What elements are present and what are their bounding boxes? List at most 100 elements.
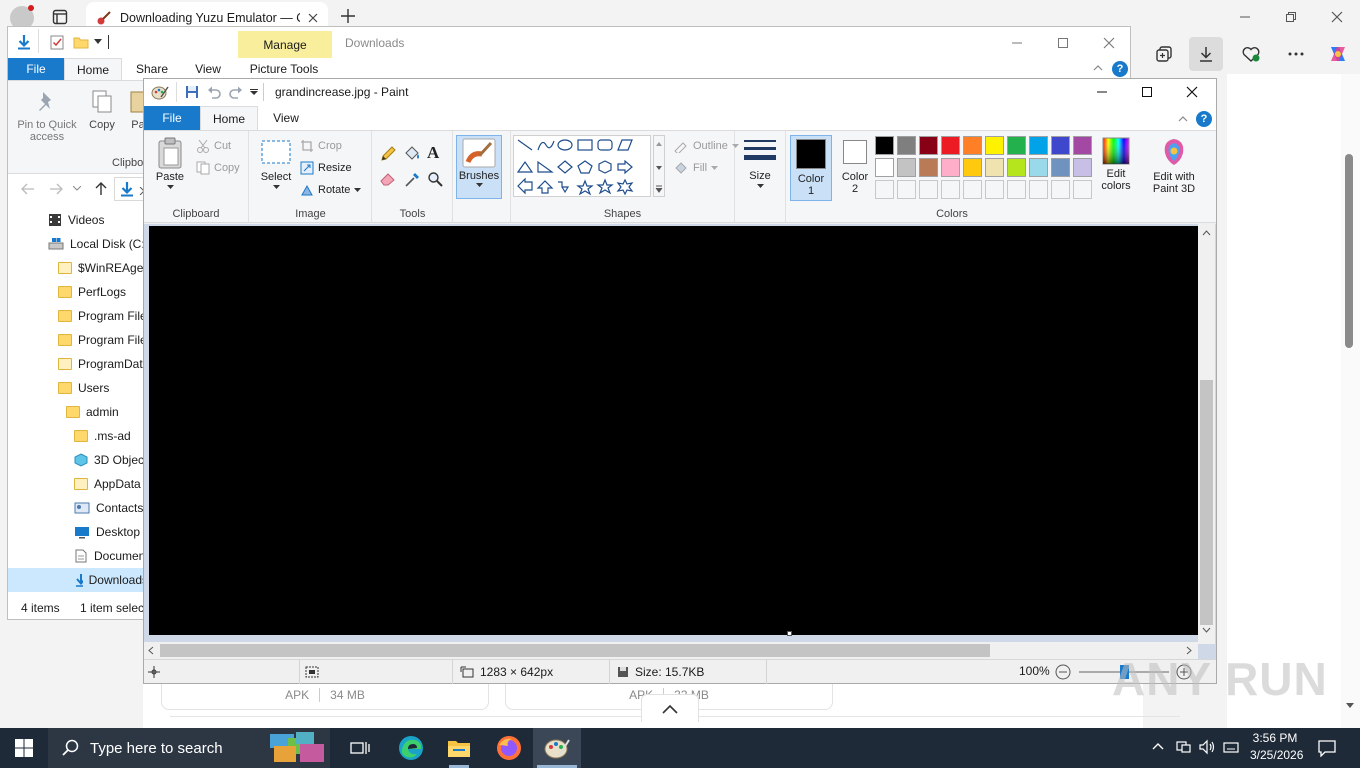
tree-item-local-disk[interactable]: Local Disk (C:) [48,232,149,256]
resize-button[interactable]: Resize [300,161,352,175]
scroll-down-icon[interactable] [1202,627,1211,633]
explorer-view-tab[interactable]: View [184,58,232,80]
paint-maximize-button[interactable] [1124,76,1170,108]
paint-view-tab[interactable]: View [262,106,310,130]
explorer-share-tab[interactable]: Share [128,58,176,80]
tree-item-ms-ad[interactable]: .ms-ad [74,424,131,448]
canvas-resize-handle[interactable] [787,631,792,636]
custom-color-slot[interactable] [1073,180,1092,199]
browser-scroll-down-icon[interactable] [1345,702,1355,710]
qat-dropdown-icon[interactable] [94,39,102,45]
paint-close-button[interactable] [1169,76,1215,108]
pencil-icon[interactable] [379,145,397,163]
image-canvas[interactable] [149,226,1198,635]
eraser-icon[interactable] [379,171,397,187]
network-icon[interactable] [1175,739,1191,755]
paint-file-tab[interactable]: File [144,106,200,130]
palette-swatch[interactable] [1029,158,1048,177]
palette-swatch[interactable] [1073,136,1092,155]
file-explorer-taskbar-button[interactable] [435,728,483,768]
palette-swatch[interactable] [1007,158,1026,177]
tree-item-videos[interactable]: Videos [48,208,104,232]
palette-swatch[interactable] [985,136,1004,155]
paste-button[interactable]: Paste [152,137,188,190]
select-button[interactable]: Select [256,137,296,190]
paint-help-icon[interactable]: ? [1196,111,1212,127]
horizontal-scroll-thumb[interactable] [160,644,990,657]
tree-item-programdata[interactable]: ProgramData [58,352,149,376]
custom-color-slot[interactable] [1007,180,1026,199]
custom-color-slot[interactable] [1051,180,1070,199]
tree-item-desktop[interactable]: Desktop [74,520,140,544]
tree-item-program-files[interactable]: Program Files [58,304,153,328]
palette-swatch[interactable] [941,136,960,155]
vertical-scroll-thumb[interactable] [1200,380,1213,625]
explorer-file-tab[interactable]: File [8,58,64,80]
palette-swatch[interactable] [1051,136,1070,155]
downloads-icon[interactable] [1189,37,1223,71]
task-view-button[interactable] [336,728,384,768]
taskbar-search[interactable]: Type here to search [48,728,330,768]
explorer-maximize-button[interactable] [1040,27,1086,59]
rotate-button[interactable]: Rotate [300,183,362,197]
tree-item-users[interactable]: Users [58,376,109,400]
palette-swatch[interactable] [875,136,894,155]
download-card-1[interactable]: APK 34 MB [161,680,489,710]
shapes-scroll[interactable] [653,135,665,197]
palette-swatch[interactable] [985,158,1004,177]
picture-tools-tab[interactable]: Picture Tools [240,58,328,80]
brushes-button[interactable]: Brushes [456,135,502,199]
volume-icon[interactable] [1198,739,1216,755]
magnifier-icon[interactable] [427,171,443,187]
custom-color-slot[interactable] [919,180,938,199]
browser-essentials-icon[interactable] [1234,37,1268,71]
browser-close-button[interactable] [1314,1,1360,33]
canvas-vertical-scrollbar[interactable] [1198,224,1215,644]
palette-swatch[interactable] [1073,158,1092,177]
copy-button[interactable]: Copy [84,89,120,131]
size-button[interactable]: Size [740,137,780,189]
ribbon-collapse-icon[interactable] [1093,64,1103,71]
qat-customize-icon[interactable] [250,89,258,96]
paint-app-icon[interactable] [151,84,169,100]
palette-swatch[interactable] [897,158,916,177]
paint-ribbon-collapse-icon[interactable] [1178,115,1188,122]
properties-icon[interactable] [50,34,64,50]
firefox-taskbar-button[interactable] [485,728,533,768]
browser-restore-button[interactable] [1268,1,1314,33]
zoom-out-icon[interactable] [1055,664,1071,680]
undo-icon[interactable] [207,85,221,99]
palette-swatch[interactable] [875,158,894,177]
scroll-left-icon[interactable] [148,646,154,655]
recent-dropdown-icon[interactable] [73,186,81,191]
palette-swatch[interactable] [1051,158,1070,177]
input-method-icon[interactable] [1222,739,1240,755]
new-tab-icon[interactable] [340,8,356,24]
help-icon[interactable]: ? [1112,61,1128,77]
explorer-minimize-button[interactable] [994,27,1040,59]
tree-item-downloads[interactable]: Downloads [8,568,148,592]
paint-taskbar-button[interactable] [533,728,581,768]
paint-home-tab[interactable]: Home [200,106,258,130]
scroll-up-icon[interactable] [1202,230,1211,236]
redo-icon[interactable] [229,85,243,99]
back-arrow-icon[interactable] [21,183,35,195]
start-button[interactable] [0,728,48,768]
palette-swatch[interactable] [963,136,982,155]
explorer-close-button[interactable] [1086,27,1132,59]
fill-button[interactable]: Fill [673,161,719,175]
color2-button[interactable]: Color 2 [835,136,875,195]
new-folder-icon[interactable] [73,35,89,49]
crop-button[interactable]: Crop [300,139,342,153]
browser-scrollbar[interactable] [1341,74,1360,728]
color-picker-icon[interactable] [403,171,421,189]
collections-icon[interactable] [1147,37,1181,71]
cut-button[interactable]: Cut [196,139,231,153]
more-options-icon[interactable] [1279,37,1313,71]
taskbar-clock[interactable]: 3:56 PM 3/25/2026 [1250,730,1303,766]
palette-swatch[interactable] [963,158,982,177]
custom-color-slot[interactable] [1029,180,1048,199]
palette-swatch[interactable] [1029,136,1048,155]
custom-color-slot[interactable] [963,180,982,199]
tab-close-icon[interactable] [308,13,318,23]
